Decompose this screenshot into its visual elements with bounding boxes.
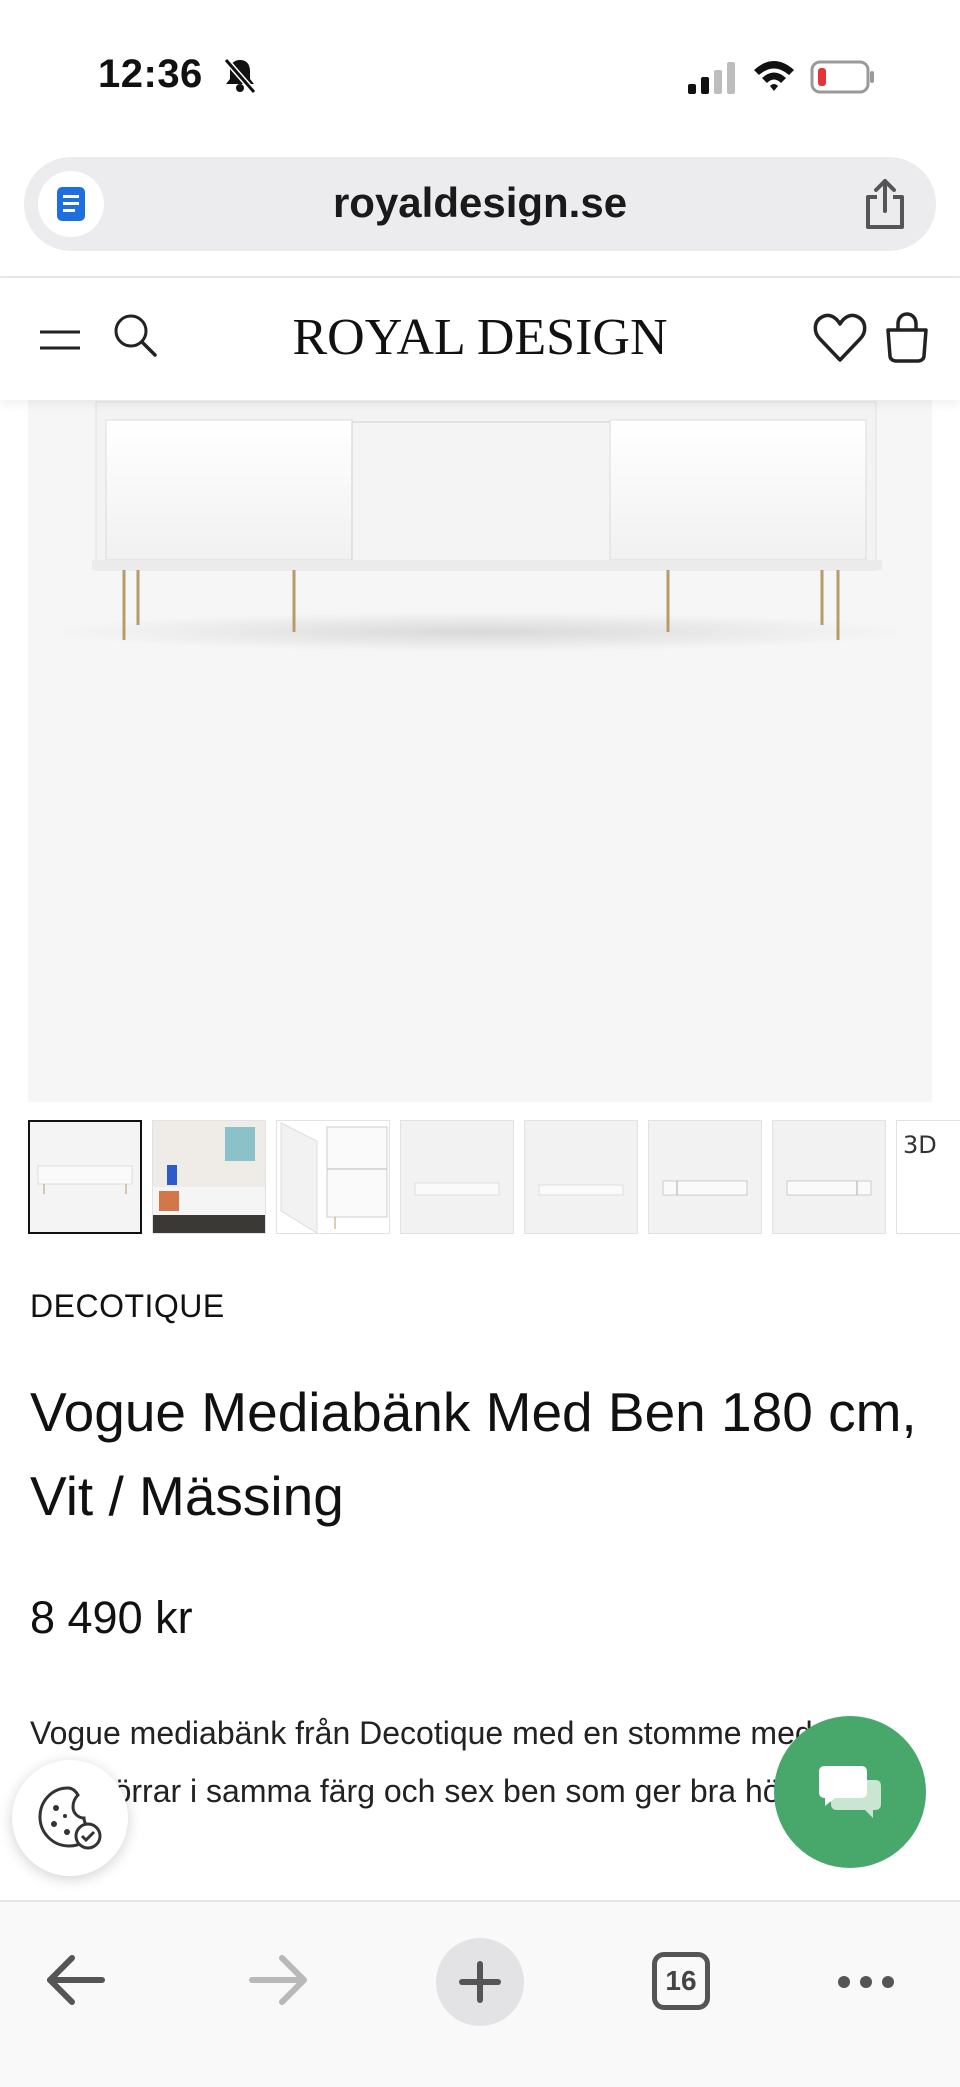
heart-icon[interactable] [812, 312, 868, 364]
forward-arrow-icon[interactable] [246, 1952, 310, 2008]
url-text[interactable]: royaldesign.se [24, 179, 936, 227]
wifi-icon [754, 61, 794, 91]
thumbnail-6[interactable] [648, 1120, 762, 1234]
thumbnail-2[interactable] [152, 1120, 266, 1234]
media-bench-image [50, 401, 910, 652]
thumbnail-4[interactable] [400, 1120, 514, 1234]
thumbnail-7[interactable] [772, 1120, 886, 1234]
new-tab-button[interactable] [436, 1938, 524, 2026]
product-title: Vogue Mediabänk Med Ben 180 cm, Vit / Mä… [30, 1381, 917, 1527]
thumbnail-strip: 3D [28, 1120, 960, 1236]
battery-icon [810, 60, 874, 94]
cookie-icon [38, 1786, 102, 1850]
product-main-image[interactable] [28, 400, 932, 1102]
chat-icon [819, 1766, 881, 1818]
browser-toolbar: 16 [0, 1900, 960, 2087]
more-icon[interactable] [836, 1972, 896, 1992]
thumbnail-5[interactable] [524, 1120, 638, 1234]
chat-button[interactable] [774, 1716, 926, 1868]
tabs-count-button[interactable]: 16 [652, 1952, 710, 2010]
3d-view-icon: 3D [903, 1131, 937, 1159]
status-bar: 12:36 [0, 0, 960, 150]
thumbnail-3d-view[interactable]: 3D [896, 1120, 960, 1234]
site-header: ROYAL DESIGN [0, 278, 960, 400]
thumbnail-1[interactable] [28, 1120, 142, 1234]
address-bar[interactable]: royaldesign.se [24, 157, 936, 251]
share-icon[interactable] [860, 177, 910, 231]
status-time: 12:36 [98, 52, 203, 96]
product-price: 8 490 kr [30, 1592, 193, 1643]
product-brand[interactable]: DECOTIQUE [30, 1288, 225, 1325]
plus-icon [459, 1961, 501, 2003]
thumbnail-3[interactable] [276, 1120, 390, 1234]
bag-icon[interactable] [884, 310, 930, 364]
back-arrow-icon[interactable] [44, 1952, 108, 2008]
signal-icon [688, 62, 735, 94]
bell-slash-icon [223, 58, 257, 94]
cookie-settings-button[interactable] [12, 1760, 128, 1876]
